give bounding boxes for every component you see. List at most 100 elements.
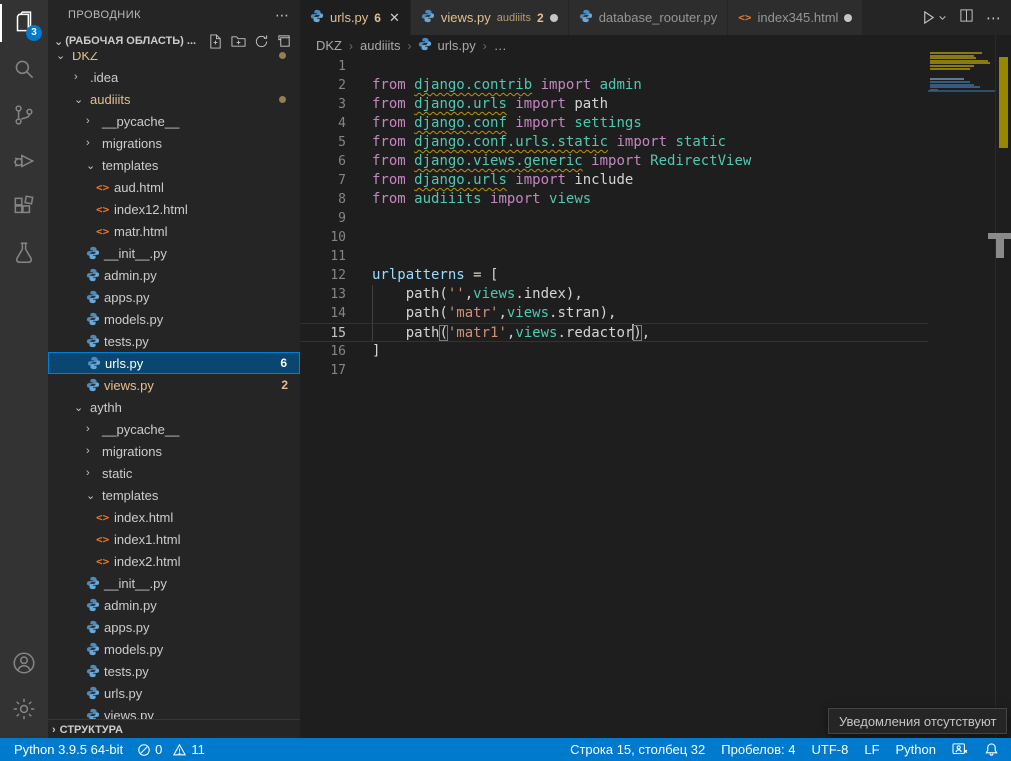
tab-index345.html[interactable]: <>index345.html xyxy=(728,0,863,35)
tree-file-matr.html[interactable]: <>matr.html xyxy=(48,220,300,242)
collapse-all-icon[interactable] xyxy=(277,34,292,49)
tree-file-tests.py[interactable]: tests.py xyxy=(48,660,300,682)
run-button[interactable] xyxy=(921,10,947,25)
chevron-down-icon[interactable]: ⌄ xyxy=(56,52,72,62)
tree-file-admin.py[interactable]: admin.py xyxy=(48,594,300,616)
tree-folder-migrations[interactable]: ›migrations xyxy=(48,132,300,154)
testing-icon[interactable] xyxy=(0,230,48,276)
chevron-right-icon[interactable]: › xyxy=(86,115,102,127)
code-line-12[interactable]: 12urlpatterns = [ xyxy=(300,266,928,285)
code-line-11[interactable]: 11 xyxy=(300,247,928,266)
breadcrumb-item[interactable]: urls.py xyxy=(418,37,475,54)
refresh-icon[interactable] xyxy=(254,34,269,49)
code-line-2[interactable]: 2from django.contrib import admin xyxy=(300,76,928,95)
tree-folder-DKZ[interactable]: ⌄DKZ xyxy=(48,52,300,66)
tree-file-tests.py[interactable]: tests.py xyxy=(48,330,300,352)
tree-folder-static[interactable]: ›static xyxy=(48,462,300,484)
tree-folder-audiiits[interactable]: ⌄audiiits xyxy=(48,88,300,110)
eol-status[interactable]: LF xyxy=(864,742,879,757)
language-mode-status[interactable]: Python xyxy=(896,742,936,757)
tree-file-urls.py[interactable]: urls.py xyxy=(48,682,300,704)
tree-file-__init__.py[interactable]: __init__.py xyxy=(48,572,300,594)
breadcrumb-item[interactable]: DKZ xyxy=(316,38,342,53)
source-control-icon[interactable] xyxy=(0,92,48,138)
cursor-position-status[interactable]: Строка 15, столбец 32 xyxy=(570,742,705,757)
tree-file-index12.html[interactable]: <>index12.html xyxy=(48,198,300,220)
close-icon[interactable]: ✕ xyxy=(389,10,400,26)
tree-file-urls.py[interactable]: urls.py6 xyxy=(48,352,300,374)
tab-views.py[interactable]: views.pyaudiiits2 xyxy=(411,0,569,35)
tree-folder-__pycache__[interactable]: ›__pycache__ xyxy=(48,110,300,132)
chevron-down-icon[interactable]: ⌄ xyxy=(74,401,90,414)
sidebar-more-icon[interactable]: ⋯ xyxy=(275,7,290,24)
split-editor-icon[interactable] xyxy=(959,8,974,28)
tree-file-views.py[interactable]: views.py xyxy=(48,704,300,719)
code-line-13[interactable]: 13 path('',views.index), xyxy=(300,285,928,304)
code-line-3[interactable]: 3from django.urls import path xyxy=(300,95,928,114)
tree-folder-aythh[interactable]: ⌄aythh xyxy=(48,396,300,418)
python-interpreter-status[interactable]: Python 3.9.5 64-bit xyxy=(14,742,123,757)
tree-folder-.idea[interactable]: ›.idea xyxy=(48,66,300,88)
new-file-icon[interactable] xyxy=(208,34,223,49)
structure-section-header[interactable]: › СТРУКТУРА xyxy=(48,719,300,739)
chevron-right-icon[interactable]: › xyxy=(86,445,102,457)
code-line-6[interactable]: 6from django.views.generic import Redire… xyxy=(300,152,928,171)
code-line-15[interactable]: 15 path('matr1',views.redactor), xyxy=(300,323,928,342)
account-icon[interactable] xyxy=(0,640,48,686)
search-icon[interactable] xyxy=(0,46,48,92)
tree-file-index.html[interactable]: <>index.html xyxy=(48,506,300,528)
chevron-down-icon[interactable]: ⌄ xyxy=(86,159,102,172)
modified-dot-icon[interactable] xyxy=(550,14,558,22)
code-line-17[interactable]: 17 xyxy=(300,361,928,380)
chevron-right-icon[interactable]: › xyxy=(86,423,102,435)
code-line-1[interactable]: 1 xyxy=(300,57,928,76)
new-folder-icon[interactable] xyxy=(231,34,246,49)
notifications-bell-icon[interactable] xyxy=(984,742,999,757)
tree-file-apps.py[interactable]: apps.py xyxy=(48,286,300,308)
tree-file-admin.py[interactable]: admin.py xyxy=(48,264,300,286)
tree-file-apps.py[interactable]: apps.py xyxy=(48,616,300,638)
problems-status[interactable]: 0 11 xyxy=(137,742,205,757)
tree-file-aud.html[interactable]: <>aud.html xyxy=(48,176,300,198)
code-line-10[interactable]: 10 xyxy=(300,228,928,247)
code-line-8[interactable]: 8from audiiits import views xyxy=(300,190,928,209)
tree-folder-__pycache__[interactable]: ›__pycache__ xyxy=(48,418,300,440)
chevron-down-icon[interactable]: ⌄ xyxy=(74,93,90,106)
workspace-section-header[interactable]: ⌄ (РАБОЧАЯ ОБЛАСТЬ) ... xyxy=(48,30,300,52)
tree-file-views.py[interactable]: views.py2 xyxy=(48,374,300,396)
code-editor[interactable]: 12from django.contrib import admin3from … xyxy=(300,56,928,738)
tree-folder-templates[interactable]: ⌄templates xyxy=(48,484,300,506)
editor-scrollbar[interactable] xyxy=(995,35,1011,738)
encoding-status[interactable]: UTF-8 xyxy=(812,742,849,757)
code-line-5[interactable]: 5from django.conf.urls.static import sta… xyxy=(300,133,928,152)
code-line-4[interactable]: 4from django.conf import settings xyxy=(300,114,928,133)
code-line-16[interactable]: 16] xyxy=(300,342,928,361)
tree-file-models.py[interactable]: models.py xyxy=(48,638,300,660)
modified-dot-icon[interactable] xyxy=(844,14,852,22)
tree-folder-migrations[interactable]: ›migrations xyxy=(48,440,300,462)
chevron-right-icon[interactable]: › xyxy=(86,137,102,149)
tree-file-index2.html[interactable]: <>index2.html xyxy=(48,550,300,572)
scrollbar-thumb[interactable] xyxy=(996,239,1004,258)
explorer-icon[interactable]: 3 xyxy=(0,0,48,46)
code-line-9[interactable]: 9 xyxy=(300,209,928,228)
more-actions-icon[interactable]: ⋯ xyxy=(986,9,1001,27)
tree-folder-templates[interactable]: ⌄templates xyxy=(48,154,300,176)
tree-file-__init__.py[interactable]: __init__.py xyxy=(48,242,300,264)
chevron-down-icon[interactable]: ⌄ xyxy=(86,489,102,502)
settings-gear-icon[interactable] xyxy=(0,686,48,732)
extensions-icon[interactable] xyxy=(0,184,48,230)
code-line-7[interactable]: 7from django.urls import include xyxy=(300,171,928,190)
chevron-right-icon[interactable]: › xyxy=(86,467,102,479)
run-debug-icon[interactable] xyxy=(0,138,48,184)
feedback-icon[interactable] xyxy=(952,743,968,757)
code-line-14[interactable]: 14 path('matr',views.stran), xyxy=(300,304,928,323)
tree-file-index1.html[interactable]: <>index1.html xyxy=(48,528,300,550)
indentation-status[interactable]: Пробелов: 4 xyxy=(721,742,795,757)
minimap[interactable] xyxy=(928,35,996,738)
tab-database_roouter.py[interactable]: database_roouter.py xyxy=(569,0,729,35)
chevron-right-icon[interactable]: › xyxy=(74,71,90,83)
tab-urls.py[interactable]: urls.py6✕ xyxy=(300,0,411,35)
tree-file-models.py[interactable]: models.py xyxy=(48,308,300,330)
breadcrumb-item[interactable]: … xyxy=(494,38,507,53)
